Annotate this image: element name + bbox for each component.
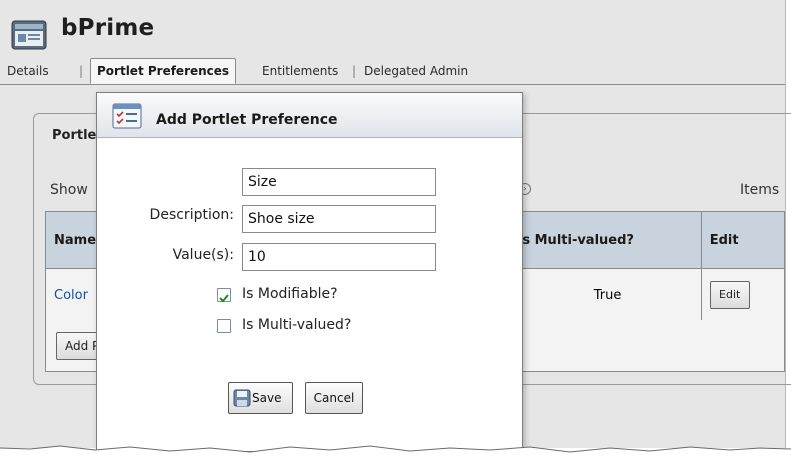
save-button[interactable]: Save (228, 382, 293, 414)
is-multi-valued-label: Is Multi-valued? (242, 317, 352, 333)
tab-entitlements[interactable]: Entitlements (262, 64, 338, 78)
window-app-icon (11, 20, 47, 54)
tab-separator: | (79, 64, 84, 78)
app-title: bPrime (61, 15, 155, 41)
checkmark-icon (219, 294, 229, 303)
tab-details[interactable]: Details (7, 64, 49, 78)
description-label: Description: (149, 207, 234, 223)
name-field[interactable] (242, 168, 436, 196)
is-modifiable-label: Is Modifiable? (242, 286, 338, 302)
edit-button[interactable]: Edit (709, 281, 750, 309)
column-header-edit: Edit (700, 211, 786, 269)
app-frame: bPrime Details | Portlet Preferences Ent… (0, 0, 791, 452)
row-edit-cell: Edit (700, 268, 786, 322)
app-header: bPrime (0, 0, 785, 52)
cancel-button[interactable]: Cancel (305, 382, 363, 414)
values-field[interactable] (242, 243, 436, 271)
add-portlet-preference-dialog: Add Portlet Preference Name: Description… (96, 92, 523, 452)
row-multi-valued: True (513, 268, 702, 322)
section-legend: Portle (50, 128, 99, 143)
column-header-multi-valued: s Multi-valued? (513, 211, 702, 269)
show-label: Show (50, 182, 88, 198)
name-link[interactable]: Color (54, 288, 88, 303)
is-modifiable-checkbox[interactable] (217, 288, 231, 303)
tab-separator: | (352, 64, 357, 78)
values-label: Value(s): (172, 247, 234, 263)
torn-edge (0, 445, 791, 456)
description-field[interactable] (242, 205, 436, 233)
is-multi-valued-checkbox[interactable] (217, 319, 231, 333)
dialog-title: Add Portlet Preference (156, 112, 338, 128)
checklist-window-icon (112, 103, 142, 133)
disk-icon (233, 389, 251, 410)
tab-delegated-admin[interactable]: Delegated Admin (364, 64, 468, 78)
tab-portlet-preferences[interactable]: Portlet Preferences (90, 58, 237, 84)
tab-bar: Details | Portlet Preferences Entitlemen… (0, 58, 785, 85)
dialog-titlebar[interactable]: Add Portlet Preference (97, 93, 522, 138)
items-label: Items (740, 182, 780, 198)
save-label: Save (252, 391, 282, 405)
